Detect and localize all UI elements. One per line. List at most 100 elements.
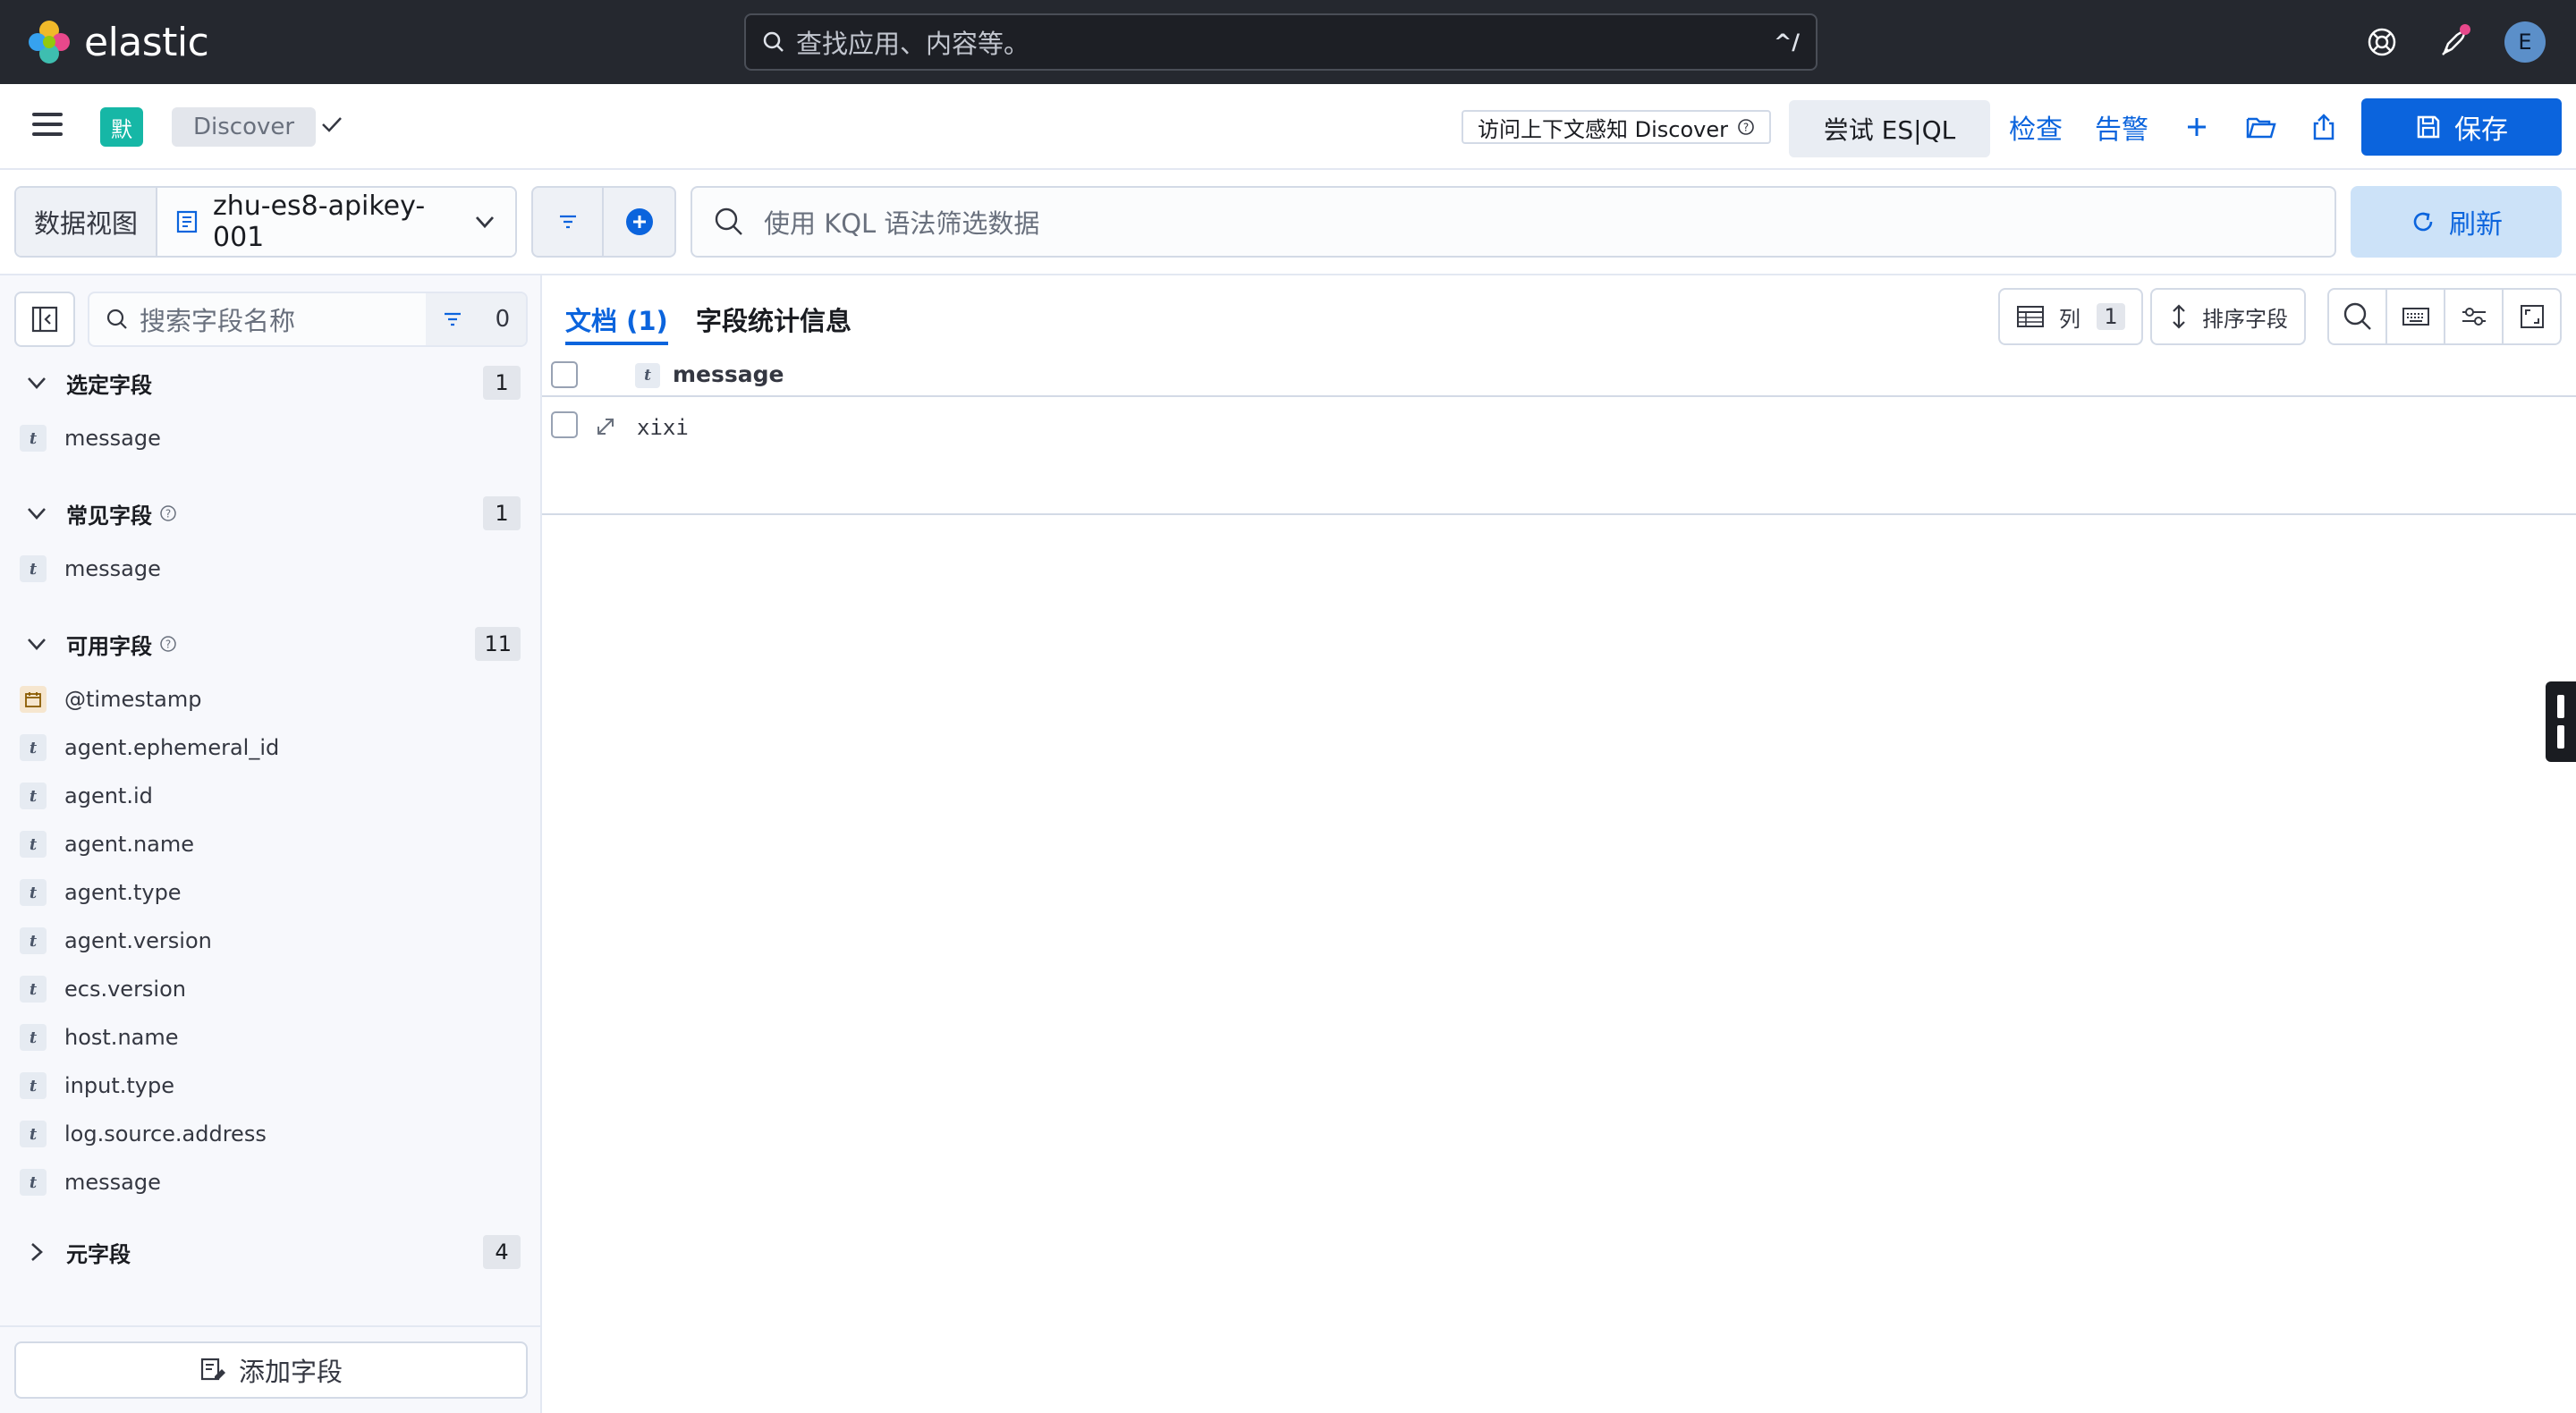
- field-name: message: [64, 556, 161, 581]
- available-fields-header[interactable]: 可用字段 ? 11: [25, 626, 521, 662]
- ai-assistant-flyout-handle[interactable]: [2546, 681, 2576, 762]
- help-button[interactable]: [2363, 23, 2401, 61]
- tab-field-statistics[interactable]: 字段统计信息: [696, 300, 852, 345]
- chevron-down-icon: [28, 639, 46, 650]
- chevron-right-icon: [31, 1243, 43, 1261]
- field-name: message: [64, 426, 161, 451]
- field-item-agent-name[interactable]: t agent.name: [20, 826, 194, 862]
- save-icon: [2417, 115, 2440, 139]
- share-icon: [2313, 114, 2334, 140]
- index-pattern-icon: [176, 210, 198, 233]
- columns-label: 列: [2059, 306, 2080, 332]
- field-item-message[interactable]: t message: [20, 1164, 161, 1200]
- table-icon: [2017, 306, 2044, 327]
- refresh-button[interactable]: 刷新: [2351, 186, 2562, 258]
- sidebar-footer: 添加字段: [0, 1325, 540, 1413]
- field-type-filter-button[interactable]: 0: [426, 293, 526, 345]
- meta-fields-header[interactable]: 元字段 4: [25, 1234, 521, 1270]
- field-item-host-name[interactable]: t host.name: [20, 1020, 179, 1055]
- filter-menu-button[interactable]: [533, 188, 605, 256]
- kql-query-input[interactable]: 使用 KQL 语法筛选数据: [691, 186, 2336, 258]
- help-lifebuoy-icon: [2368, 28, 2396, 56]
- collapse-sidebar-button[interactable]: [14, 292, 75, 347]
- section-count-badge: 11: [475, 627, 521, 661]
- string-type-icon: t: [20, 1121, 47, 1147]
- display-settings-button[interactable]: [2445, 290, 2504, 343]
- column-header-message[interactable]: message: [673, 361, 784, 387]
- select-all-checkbox[interactable]: [551, 361, 578, 388]
- news-feed-button[interactable]: [2435, 23, 2472, 61]
- filter-icon: [444, 312, 461, 326]
- section-count-badge: 1: [483, 366, 521, 400]
- share-button[interactable]: [2306, 109, 2342, 145]
- columns-count-badge: 1: [2097, 303, 2125, 330]
- add-field-button[interactable]: 添加字段: [14, 1341, 528, 1399]
- calendar-icon: [20, 686, 47, 713]
- field-item-ecs-version[interactable]: t ecs.version: [20, 971, 186, 1007]
- field-name: log.source.address: [64, 1121, 267, 1146]
- field-item-agent-type[interactable]: t agent.type: [20, 875, 182, 910]
- string-type-icon: t: [20, 734, 47, 761]
- filter-controls: [531, 186, 676, 258]
- global-search-placeholder: 查找应用、内容等。: [796, 29, 1030, 59]
- controls-icon: [2462, 308, 2486, 326]
- check-icon: [322, 117, 342, 132]
- documents-panel: 文档 (1) 字段统计信息 列 1 排序字段 t message xixi: [542, 274, 2576, 1413]
- field-item-timestamp[interactable]: @timestamp: [20, 681, 201, 717]
- string-type-icon: t: [20, 927, 47, 954]
- field-name: input.type: [64, 1073, 174, 1098]
- string-type-icon: t: [20, 425, 47, 452]
- field-item-agent-id[interactable]: t agent.id: [20, 778, 153, 814]
- user-avatar[interactable]: E: [2504, 21, 2546, 63]
- row-select-checkbox[interactable]: [551, 411, 578, 438]
- popular-fields-header[interactable]: 常见字段 ? 1: [25, 495, 521, 531]
- field-name: agent.ephemeral_id: [64, 735, 280, 760]
- breadcrumb-discover[interactable]: Discover: [172, 107, 317, 147]
- context-aware-discover-button[interactable]: 访问上下文感知 Discover ?: [1462, 110, 1771, 144]
- string-type-icon: t: [20, 1169, 47, 1196]
- drag-handle-icon: [2557, 695, 2564, 718]
- string-type-icon: t: [20, 879, 47, 906]
- space-avatar[interactable]: 默: [100, 107, 143, 147]
- date-type-icon: [25, 692, 41, 707]
- menu-left-icon: [31, 306, 58, 333]
- section-count-badge: 4: [483, 1235, 521, 1269]
- selected-fields-header[interactable]: 选定字段 1: [25, 365, 521, 401]
- cell-message-value[interactable]: xixi: [637, 415, 689, 440]
- folder-open-icon: [2246, 117, 2276, 139]
- global-search-input[interactable]: 查找应用、内容等。 ^/: [744, 13, 1818, 71]
- global-header: elastic 查找应用、内容等。 ^/ E: [0, 0, 2576, 84]
- elastic-logo[interactable]: elastic: [27, 18, 209, 66]
- add-filter-button[interactable]: [604, 188, 674, 256]
- try-esql-button[interactable]: 尝试 ES|QL: [1789, 100, 1990, 157]
- data-view-picker[interactable]: 数据视图 zhu-es8-apikey-001: [14, 186, 517, 258]
- inspect-link[interactable]: 检查: [2009, 109, 2063, 146]
- menu-toggle-button[interactable]: [32, 113, 63, 140]
- field-item-agent-version[interactable]: t agent.version: [20, 923, 212, 959]
- keyboard-icon: [2402, 308, 2429, 326]
- string-type-icon: t: [20, 1024, 47, 1051]
- tab-documents[interactable]: 文档 (1): [565, 300, 668, 345]
- grid-search-button[interactable]: [2329, 290, 2387, 343]
- expand-row-icon[interactable]: [594, 415, 617, 438]
- field-item-message[interactable]: t message: [20, 551, 161, 587]
- section-count-badge: 1: [483, 496, 521, 530]
- field-item-input-type[interactable]: t input.type: [20, 1068, 174, 1104]
- save-button[interactable]: 保存: [2361, 98, 2562, 156]
- keyboard-shortcuts-button[interactable]: [2387, 290, 2445, 343]
- search-icon: [2343, 302, 2371, 330]
- data-view-select[interactable]: zhu-es8-apikey-001: [157, 188, 515, 256]
- field-item-log-source-address[interactable]: t log.source.address: [20, 1116, 267, 1152]
- app-header: 默 Discover 访问上下文感知 Discover ? 尝试 ES|QL 检…: [0, 84, 2576, 170]
- field-search-input[interactable]: 搜索字段名称 0: [88, 292, 528, 347]
- field-item-agent-ephemeral-id[interactable]: t agent.ephemeral_id: [20, 730, 279, 766]
- alerts-link[interactable]: 告警: [2095, 109, 2148, 146]
- section-title: 选定字段: [66, 372, 152, 398]
- field-item-message[interactable]: t message: [20, 420, 161, 456]
- hamburger-icon-line: [32, 123, 63, 126]
- new-search-button[interactable]: [2179, 109, 2215, 145]
- columns-button[interactable]: 列 1: [1998, 288, 2143, 345]
- open-search-button[interactable]: [2243, 109, 2279, 145]
- sort-fields-button[interactable]: 排序字段: [2150, 288, 2306, 345]
- fullscreen-button[interactable]: [2504, 290, 2560, 343]
